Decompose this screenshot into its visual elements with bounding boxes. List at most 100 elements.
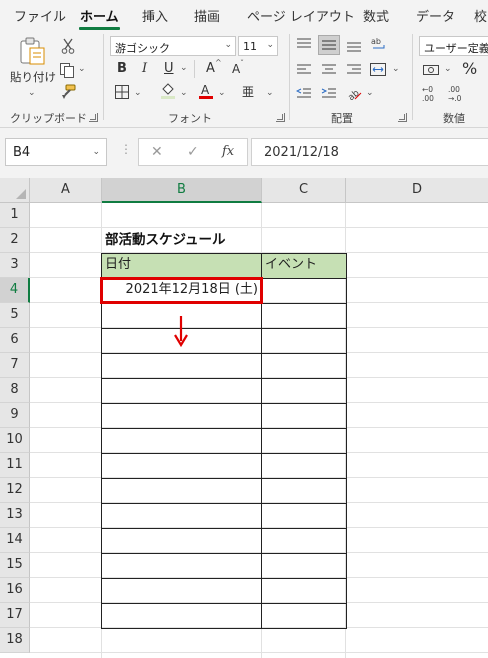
paste-button[interactable]: 貼り付け ⌄ (10, 36, 56, 98)
decrease-decimal-icon[interactable]: .00 →.0 (448, 84, 468, 102)
row-header[interactable]: 13 (0, 503, 30, 528)
row-header[interactable]: 5 (0, 303, 30, 328)
borders-dropdown-icon[interactable]: ⌄ (134, 88, 142, 98)
copy-icon[interactable] (59, 62, 75, 78)
percent-button[interactable]: % (462, 61, 477, 77)
row-header[interactable]: 12 (0, 478, 30, 503)
table-cell[interactable] (261, 603, 347, 629)
font-color-icon[interactable]: A (198, 82, 214, 100)
table-cell[interactable] (101, 528, 262, 554)
tab-insert[interactable]: 挿入 (142, 6, 168, 25)
row-header[interactable]: 2 (0, 228, 30, 253)
table-cell[interactable] (101, 428, 262, 454)
copy-dropdown-icon[interactable]: ⌄ (78, 64, 86, 74)
phonetic-dropdown-icon[interactable]: ⌄ (266, 88, 274, 98)
table-cell[interactable] (101, 403, 262, 429)
tab-data[interactable]: データ (416, 6, 455, 25)
decrease-indent-icon[interactable] (296, 87, 312, 101)
table-cell[interactable] (101, 453, 262, 479)
align-middle-button[interactable] (318, 35, 340, 55)
row-header[interactable]: 18 (0, 628, 30, 653)
row-header[interactable]: 6 (0, 328, 30, 353)
table-cell[interactable] (261, 528, 347, 554)
tab-home[interactable]: ホーム (79, 6, 120, 30)
orientation-icon[interactable]: ab (346, 85, 362, 101)
tab-review[interactable]: 校 (474, 6, 487, 25)
table-cell[interactable] (261, 378, 347, 404)
tab-file[interactable]: ファイル (14, 6, 66, 25)
fill-color-icon[interactable] (160, 82, 176, 100)
merge-dropdown-icon[interactable]: ⌄ (392, 64, 400, 74)
row-header[interactable]: 11 (0, 453, 30, 478)
table-cell[interactable] (261, 303, 347, 329)
column-header-a[interactable]: A (30, 178, 102, 203)
italic-button[interactable]: I (142, 62, 147, 75)
shrink-font-button[interactable]: A (232, 63, 240, 75)
cell-b3-header[interactable]: 日付 (101, 253, 262, 279)
enter-icon[interactable]: ✓ (187, 144, 199, 160)
select-all-button[interactable] (0, 178, 30, 203)
table-cell[interactable] (101, 478, 262, 504)
table-cell[interactable] (101, 603, 262, 629)
table-cell[interactable] (261, 453, 347, 479)
row-header[interactable]: 9 (0, 403, 30, 428)
paste-dropdown-icon[interactable]: ⌄ (28, 88, 36, 98)
tab-formulas[interactable]: 数式 (363, 6, 389, 25)
table-cell[interactable] (101, 553, 262, 579)
table-cell[interactable] (261, 578, 347, 604)
row-header-selected[interactable]: 4 (0, 278, 30, 303)
align-center-icon[interactable] (321, 63, 337, 77)
table-cell[interactable] (261, 503, 347, 529)
alignment-launcher-icon[interactable] (398, 113, 407, 122)
increase-decimal-icon[interactable]: ←0 .00 (422, 84, 442, 102)
row-header[interactable]: 7 (0, 353, 30, 378)
cancel-icon[interactable]: ✕ (151, 144, 163, 160)
table-cell[interactable] (261, 553, 347, 579)
font-launcher-icon[interactable] (276, 113, 285, 122)
currency-dropdown-icon[interactable]: ⌄ (444, 64, 452, 74)
underline-button[interactable]: U (164, 62, 174, 75)
number-format-combo[interactable]: ユーザー定義 (419, 36, 488, 56)
underline-dropdown-icon[interactable]: ⌄ (180, 63, 188, 73)
orientation-dropdown-icon[interactable]: ⌄ (366, 88, 374, 98)
table-cell[interactable] (101, 578, 262, 604)
increase-indent-icon[interactable] (321, 87, 337, 101)
row-header[interactable]: 16 (0, 578, 30, 603)
formula-input[interactable]: 2021/12/18 (251, 138, 488, 166)
grow-font-button[interactable]: A (206, 62, 215, 75)
row-header[interactable]: 8 (0, 378, 30, 403)
row-header[interactable]: 15 (0, 553, 30, 578)
table-cell[interactable] (261, 328, 347, 354)
table-cell[interactable] (261, 478, 347, 504)
align-bottom-icon[interactable] (346, 38, 362, 52)
cell-b2-title[interactable]: 部活動スケジュール (101, 228, 301, 253)
column-header-c[interactable]: C (262, 178, 346, 203)
borders-icon[interactable] (114, 84, 130, 100)
bold-button[interactable]: B (117, 62, 127, 75)
table-cell[interactable] (261, 353, 347, 379)
align-right-icon[interactable] (346, 63, 362, 77)
row-header[interactable]: 14 (0, 528, 30, 553)
table-cell[interactable] (261, 403, 347, 429)
font-color-dropdown-icon[interactable]: ⌄ (218, 88, 226, 98)
cut-icon[interactable] (61, 38, 75, 54)
name-box[interactable]: B4 ⌄ (5, 138, 107, 166)
align-top-icon[interactable] (296, 38, 312, 52)
table-cell[interactable] (261, 278, 347, 304)
row-header[interactable]: 3 (0, 253, 30, 278)
fill-color-dropdown-icon[interactable]: ⌄ (180, 88, 188, 98)
table-cell[interactable] (261, 428, 347, 454)
merge-center-icon[interactable] (369, 62, 387, 78)
column-header-d[interactable]: D (346, 178, 488, 203)
tab-page-layout[interactable]: ページ レイアウト (247, 6, 355, 25)
cell-c3-header[interactable]: イベント (261, 253, 347, 279)
wrap-text-icon[interactable]: ab (370, 36, 388, 52)
row-header[interactable]: 17 (0, 603, 30, 628)
phonetic-button[interactable]: 亜 (242, 86, 254, 98)
currency-icon[interactable] (422, 63, 440, 77)
table-cell[interactable] (101, 503, 262, 529)
column-header-b[interactable]: B (102, 178, 262, 203)
table-cell[interactable] (101, 378, 262, 404)
tab-draw[interactable]: 描画 (194, 6, 220, 25)
row-header[interactable]: 10 (0, 428, 30, 453)
